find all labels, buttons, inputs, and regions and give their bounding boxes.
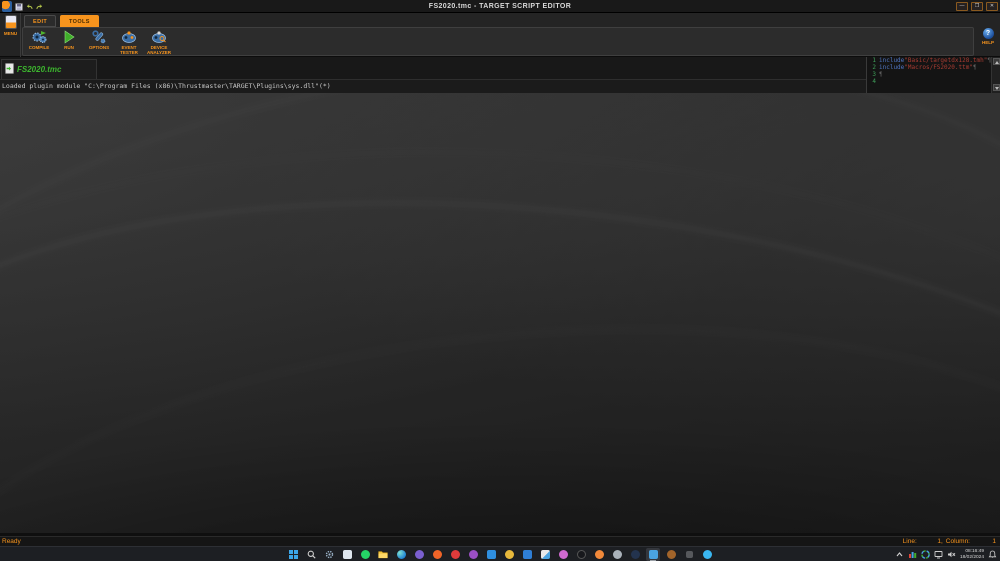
run-label: RUN	[64, 45, 74, 50]
app-pink-icon[interactable]	[556, 548, 570, 561]
line-value: 1,	[937, 538, 943, 545]
code-editor-scrollbar[interactable]	[991, 57, 1000, 93]
widgets-app-icon[interactable]	[340, 548, 354, 561]
event-tester-gamepad-icon	[121, 30, 137, 44]
line-number: 4	[872, 78, 876, 85]
compile-label: COMPILE	[28, 45, 50, 50]
code-line: 2 include "Macros/FS2020.ttm" ¶	[867, 64, 1000, 71]
line-number: 2	[872, 64, 876, 71]
menu-icon	[5, 15, 17, 29]
scroll-down-button[interactable]	[993, 84, 1000, 91]
event-tester-button[interactable]: EVENT TESTER	[117, 30, 141, 55]
tray-network-icon[interactable]	[934, 546, 943, 561]
cursor-position: Line: 1, Column: 1	[903, 538, 996, 545]
script-file-icon	[5, 61, 14, 79]
device-analyzer-button[interactable]: DEVICE ANALYZER	[147, 30, 171, 55]
edge-browser-icon[interactable]	[394, 548, 408, 561]
minimize-button[interactable]: —	[956, 2, 968, 11]
tools-ribbon-panel: COMPILE RUN OPTIONS EVENT TESTER DEVICE …	[22, 27, 974, 56]
run-play-icon	[61, 30, 77, 44]
editor-background-wallpaper	[0, 93, 1000, 533]
menu-button[interactable]: MENU	[0, 13, 21, 57]
system-tray: 08:16:49 18/02/2024	[895, 548, 997, 561]
tab-edit[interactable]: EDIT	[24, 15, 57, 27]
help-question-icon: ?	[982, 28, 994, 39]
app-skyblue-icon[interactable]	[520, 548, 534, 561]
app-purple-icon[interactable]	[412, 548, 426, 561]
device-analyzer-label: DEVICE ANALYZER	[146, 45, 172, 55]
app-gray-circle-icon[interactable]	[610, 548, 624, 561]
output-message: Loaded plugin module "C:\Program Files (…	[2, 82, 331, 90]
search-icon[interactable]	[304, 548, 318, 561]
code-string: "Macros/FS2020.ttm"	[904, 64, 973, 71]
options-button[interactable]: OPTIONS	[87, 30, 111, 55]
scroll-up-button[interactable]	[993, 58, 1000, 65]
status-bar: Ready Line: 1, Column: 1	[0, 536, 1000, 546]
tray-date: 18/02/2024	[959, 554, 984, 560]
tray-clock[interactable]: 08:16:49 18/02/2024	[960, 549, 984, 560]
menu-label: MENU	[3, 31, 18, 36]
settings-gear-icon[interactable]	[322, 548, 336, 561]
help-label: HELP	[981, 40, 994, 45]
line-label: Line:	[902, 538, 917, 545]
screen: FS2020.tmc - TARGET SCRIPT EDITOR — ❒ ✕ …	[0, 0, 1000, 561]
app-flame-icon[interactable]	[592, 548, 606, 561]
code-line: 3 ¶	[867, 71, 1000, 78]
tray-chart-app-icon[interactable]	[908, 546, 917, 561]
app-navy-circle-icon[interactable]	[628, 548, 642, 561]
close-button[interactable]: ✕	[986, 2, 998, 11]
start-button-icon[interactable]	[286, 548, 300, 561]
app-gallery-icon[interactable]	[538, 548, 552, 561]
help-button[interactable]: ? HELP	[978, 28, 998, 54]
document-tab-bar: FS2020.tmc	[0, 57, 866, 80]
tray-chevron-up-icon[interactable]	[895, 546, 904, 561]
code-keyword: include	[879, 64, 905, 71]
file-tab-label: FS2020.tmc	[17, 65, 62, 74]
code-line: 1 include "Basic/targetdx128.tmh" ¶ {	[867, 57, 1000, 64]
app-gold-icon[interactable]	[502, 548, 516, 561]
status-ready: Ready	[2, 538, 21, 545]
run-button[interactable]: RUN	[57, 30, 81, 55]
line-number: 3	[872, 71, 876, 78]
app-cyan-icon[interactable]	[700, 548, 714, 561]
tray-notification-bell-icon[interactable]	[988, 546, 997, 561]
code-editor[interactable]: 1 include "Basic/targetdx128.tmh" ¶ { 2 …	[866, 57, 1000, 93]
app-amber-icon[interactable]	[664, 548, 678, 561]
column-value: 1	[992, 538, 996, 545]
windows-taskbar: 08:16:49 18/02/2024	[0, 546, 1000, 561]
code-line: 4	[867, 78, 1000, 85]
app-blue-icon[interactable]	[484, 548, 498, 561]
tray-color-circle-app-icon[interactable]	[921, 546, 930, 561]
event-tester-label: EVENT TESTER	[120, 45, 138, 55]
target-script-editor-taskbar-icon[interactable]	[646, 548, 660, 561]
app-red-icon[interactable]	[448, 548, 462, 561]
file-tab-fs2020[interactable]: FS2020.tmc	[1, 59, 97, 79]
window-title: FS2020.tmc - TARGET SCRIPT EDITOR	[428, 3, 572, 10]
whatsapp-icon[interactable]	[358, 548, 372, 561]
app-orange-icon[interactable]	[430, 548, 444, 561]
app-dark-circle-icon[interactable]	[574, 548, 588, 561]
restore-button[interactable]: ❒	[971, 2, 983, 11]
ribbon: MENU EDIT TOOLS COMPILE RUN OPTIONS EVEN…	[0, 13, 1000, 57]
column-label: Column:	[945, 538, 970, 545]
pilcrow-mark: ¶	[972, 64, 977, 71]
code-string: "Basic/targetdx128.tmh"	[904, 57, 988, 64]
pilcrow-mark: ¶	[879, 71, 883, 78]
file-explorer-icon[interactable]	[376, 548, 390, 561]
title-bar: FS2020.tmc - TARGET SCRIPT EDITOR — ❒ ✕	[0, 0, 1000, 13]
compile-gears-icon	[31, 30, 47, 44]
taskbar-center-icons	[286, 548, 714, 561]
options-label: OPTIONS	[88, 45, 110, 50]
options-wrench-icon	[91, 30, 107, 44]
line-number: 1	[872, 57, 876, 64]
device-analyzer-icon	[151, 30, 167, 44]
code-keyword: include	[879, 57, 905, 64]
tray-volume-mute-icon[interactable]	[947, 546, 956, 561]
compile-button[interactable]: COMPILE	[27, 30, 51, 55]
app-violet-icon[interactable]	[466, 548, 480, 561]
tab-tools[interactable]: TOOLS	[60, 15, 99, 27]
app-dim-icon[interactable]	[682, 548, 696, 561]
